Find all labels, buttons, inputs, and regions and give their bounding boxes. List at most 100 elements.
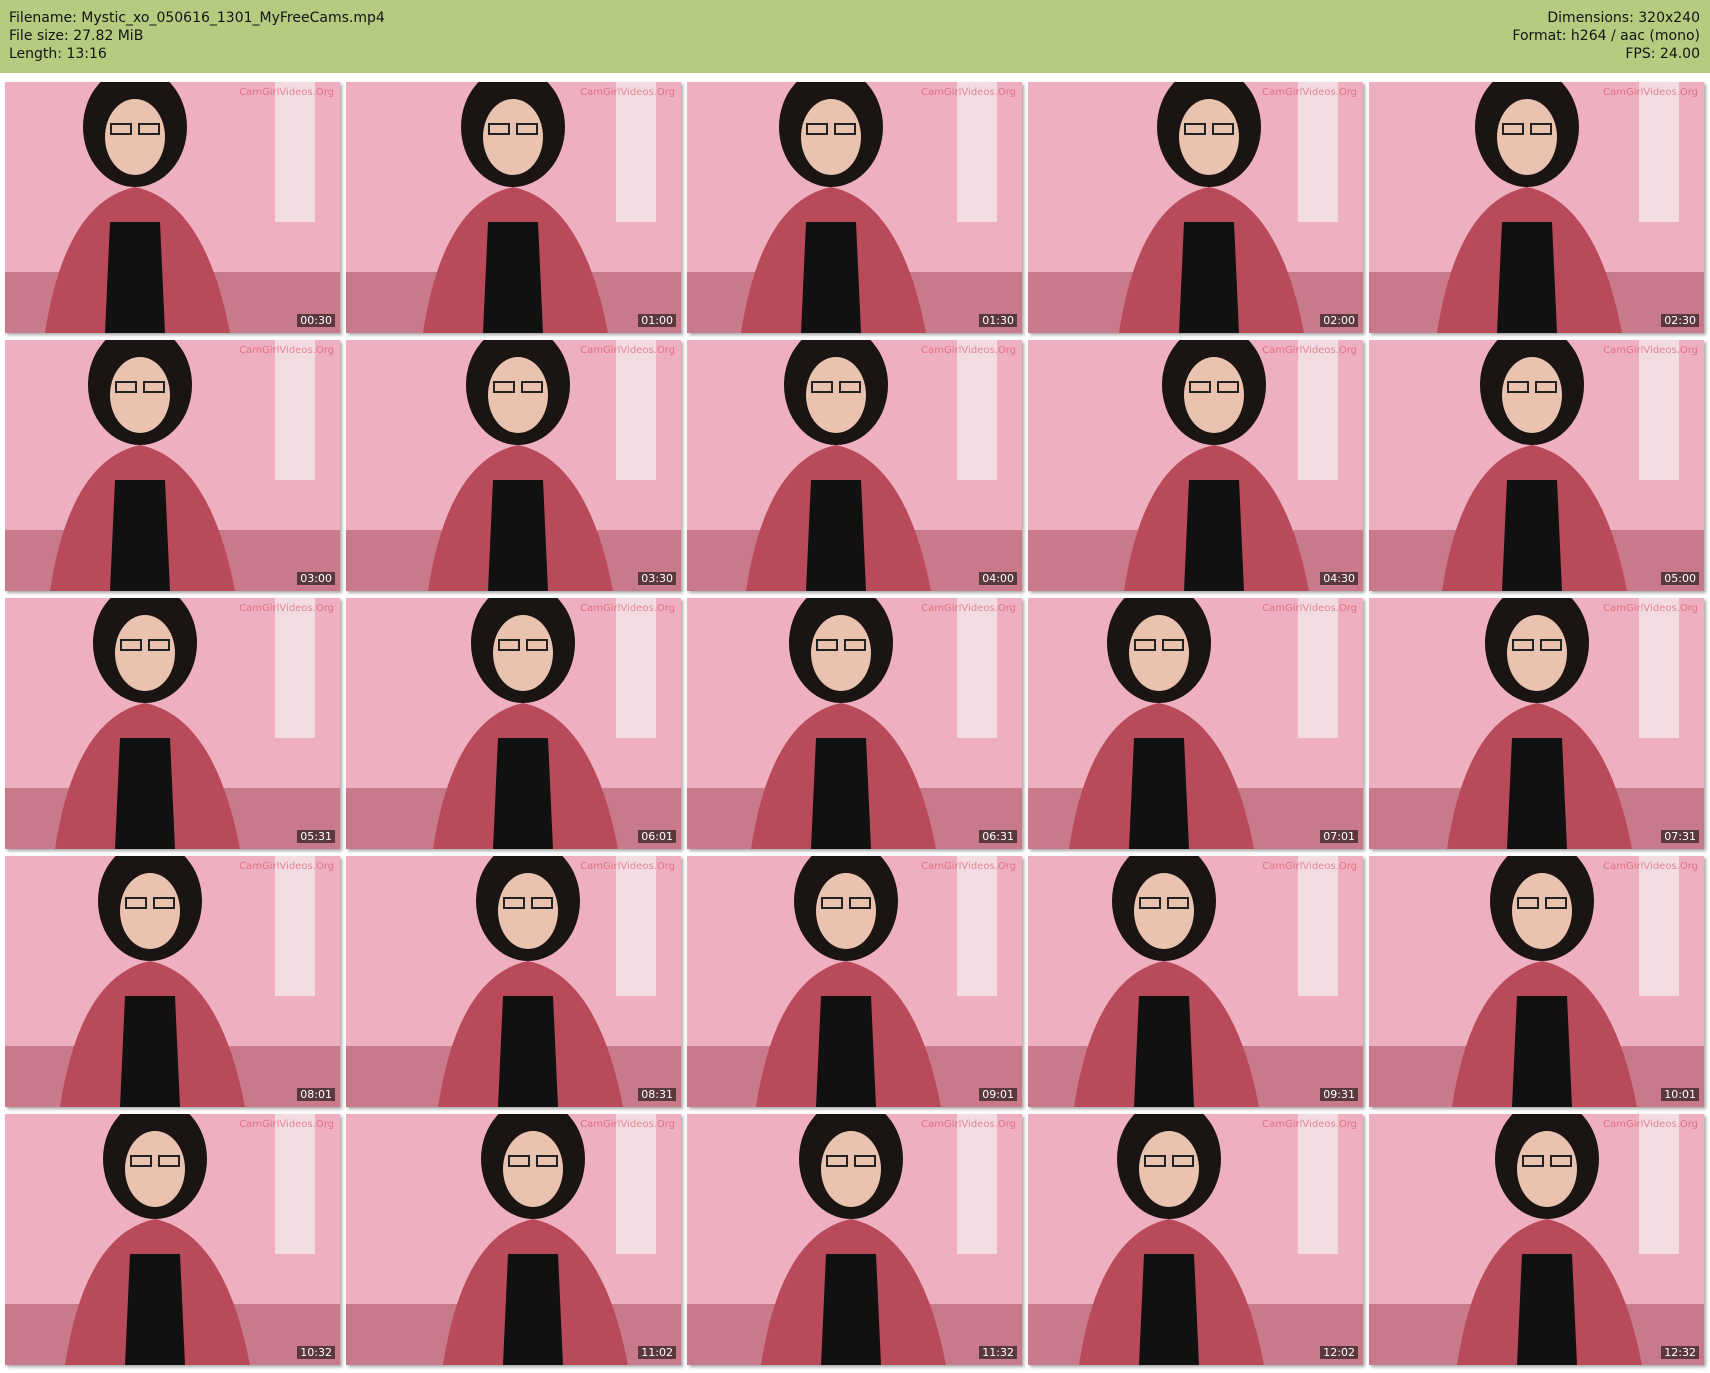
timestamp-label: 05:31 (297, 830, 335, 843)
timestamp-label: 10:01 (1661, 1088, 1699, 1101)
thumbnail-frame[interactable]: CamGirlVideos.Org 11:02 (346, 1114, 681, 1365)
timestamp-label: 01:30 (979, 314, 1017, 327)
watermark-text: CamGirlVideos.Org (1262, 87, 1357, 98)
watermark-text: CamGirlVideos.Org (921, 1119, 1016, 1130)
thumbnail-frame[interactable]: CamGirlVideos.Org 12:02 (1028, 1114, 1363, 1365)
watermark-text: CamGirlVideos.Org (1603, 603, 1698, 614)
thumbnail-frame[interactable]: CamGirlVideos.Org 02:30 (1369, 82, 1704, 333)
watermark-text: CamGirlVideos.Org (1603, 1119, 1698, 1130)
thumbnail-frame[interactable]: CamGirlVideos.Org 05:31 (5, 598, 340, 849)
frame-image (1369, 856, 1704, 1107)
timestamp-label: 03:00 (297, 572, 335, 585)
frame-image (5, 340, 340, 591)
thumbnail-frame[interactable]: CamGirlVideos.Org 01:00 (346, 82, 681, 333)
watermark-text: CamGirlVideos.Org (239, 1119, 334, 1130)
watermark-text: CamGirlVideos.Org (580, 861, 675, 872)
timestamp-label: 04:00 (979, 572, 1017, 585)
frame-image (346, 856, 681, 1107)
watermark-text: CamGirlVideos.Org (921, 345, 1016, 356)
thumbnail-frame[interactable]: CamGirlVideos.Org 04:30 (1028, 340, 1363, 591)
watermark-text: CamGirlVideos.Org (580, 87, 675, 98)
watermark-text: CamGirlVideos.Org (921, 603, 1016, 614)
timestamp-label: 11:32 (979, 1346, 1017, 1359)
thumbnail-frame[interactable]: CamGirlVideos.Org 03:30 (346, 340, 681, 591)
timestamp-label: 12:02 (1320, 1346, 1358, 1359)
thumbnail-frame[interactable]: CamGirlVideos.Org 05:00 (1369, 340, 1704, 591)
watermark-text: CamGirlVideos.Org (239, 345, 334, 356)
timestamp-label: 08:01 (297, 1088, 335, 1101)
timestamp-label: 10:32 (297, 1346, 335, 1359)
frame-image (346, 598, 681, 849)
frame-image (5, 1114, 340, 1365)
frame-image (1369, 598, 1704, 849)
thumbnail-frame[interactable]: CamGirlVideos.Org 07:01 (1028, 598, 1363, 849)
watermark-text: CamGirlVideos.Org (1262, 345, 1357, 356)
watermark-text: CamGirlVideos.Org (921, 87, 1016, 98)
timestamp-label: 07:31 (1661, 830, 1699, 843)
watermark-text: CamGirlVideos.Org (580, 1119, 675, 1130)
watermark-text: CamGirlVideos.Org (1262, 861, 1357, 872)
file-info: Filename: Mystic_xo_050616_1301_MyFreeCa… (9, 9, 385, 63)
filesize-line: File size: 27.82 MiB (9, 28, 144, 44)
frame-image (346, 82, 681, 333)
thumbnail-frame[interactable]: CamGirlVideos.Org 03:00 (5, 340, 340, 591)
timestamp-label: 06:01 (638, 830, 676, 843)
length-line: Length: 13:16 (9, 46, 107, 62)
timestamp-label: 09:01 (979, 1088, 1017, 1101)
timestamp-label: 03:30 (638, 572, 676, 585)
timestamp-label: 04:30 (1320, 572, 1358, 585)
frame-image (346, 1114, 681, 1365)
watermark-text: CamGirlVideos.Org (921, 861, 1016, 872)
frame-image (1369, 82, 1704, 333)
timestamp-label: 09:31 (1320, 1088, 1358, 1101)
thumbnail-frame[interactable]: CamGirlVideos.Org 07:31 (1369, 598, 1704, 849)
frame-image (687, 856, 1022, 1107)
watermark-text: CamGirlVideos.Org (239, 861, 334, 872)
watermark-text: CamGirlVideos.Org (239, 87, 334, 98)
watermark-text: CamGirlVideos.Org (580, 603, 675, 614)
frame-image (5, 598, 340, 849)
thumbnail-frame[interactable]: CamGirlVideos.Org 11:32 (687, 1114, 1022, 1365)
frame-image (1369, 1114, 1704, 1365)
thumbnail-frame[interactable]: CamGirlVideos.Org 10:01 (1369, 856, 1704, 1107)
timestamp-label: 12:32 (1661, 1346, 1699, 1359)
timestamp-label: 06:31 (979, 830, 1017, 843)
frame-image (687, 340, 1022, 591)
frame-image (1028, 1114, 1363, 1365)
thumbnail-frame[interactable]: CamGirlVideos.Org 00:30 (5, 82, 340, 333)
filename-line: Filename: Mystic_xo_050616_1301_MyFreeCa… (9, 10, 385, 26)
thumbnail-grid: CamGirlVideos.Org 00:30 CamGirlVideos.Org 0… (5, 82, 1704, 1365)
frame-image (5, 856, 340, 1107)
timestamp-label: 02:00 (1320, 314, 1358, 327)
thumbnail-frame[interactable]: CamGirlVideos.Org 09:31 (1028, 856, 1363, 1107)
thumbnail-frame[interactable]: CamGirlVideos.Org 06:01 (346, 598, 681, 849)
watermark-text: CamGirlVideos.Org (580, 345, 675, 356)
frame-image (687, 1114, 1022, 1365)
stream-info: Dimensions: 320x240 Format: h264 / aac (… (1512, 9, 1700, 63)
frame-image (1028, 82, 1363, 333)
thumbnail-frame[interactable]: CamGirlVideos.Org 08:31 (346, 856, 681, 1107)
thumbnail-frame[interactable]: CamGirlVideos.Org 04:00 (687, 340, 1022, 591)
thumbnail-frame[interactable]: CamGirlVideos.Org 02:00 (1028, 82, 1363, 333)
frame-image (346, 340, 681, 591)
thumbnail-frame[interactable]: CamGirlVideos.Org 09:01 (687, 856, 1022, 1107)
thumbnail-frame[interactable]: CamGirlVideos.Org 01:30 (687, 82, 1022, 333)
watermark-text: CamGirlVideos.Org (1262, 1119, 1357, 1130)
thumbnail-frame[interactable]: CamGirlVideos.Org 12:32 (1369, 1114, 1704, 1365)
frame-image (687, 82, 1022, 333)
frame-image (1028, 340, 1363, 591)
info-header: Filename: Mystic_xo_050616_1301_MyFreeCa… (0, 0, 1710, 73)
frame-image (1369, 340, 1704, 591)
watermark-text: CamGirlVideos.Org (1603, 861, 1698, 872)
frame-image (687, 598, 1022, 849)
timestamp-label: 08:31 (638, 1088, 676, 1101)
timestamp-label: 05:00 (1661, 572, 1699, 585)
thumbnail-frame[interactable]: CamGirlVideos.Org 08:01 (5, 856, 340, 1107)
watermark-text: CamGirlVideos.Org (1603, 87, 1698, 98)
thumbnail-frame[interactable]: CamGirlVideos.Org 10:32 (5, 1114, 340, 1365)
timestamp-label: 00:30 (297, 314, 335, 327)
watermark-text: CamGirlVideos.Org (1603, 345, 1698, 356)
watermark-text: CamGirlVideos.Org (1262, 603, 1357, 614)
frame-image (1028, 598, 1363, 849)
thumbnail-frame[interactable]: CamGirlVideos.Org 06:31 (687, 598, 1022, 849)
